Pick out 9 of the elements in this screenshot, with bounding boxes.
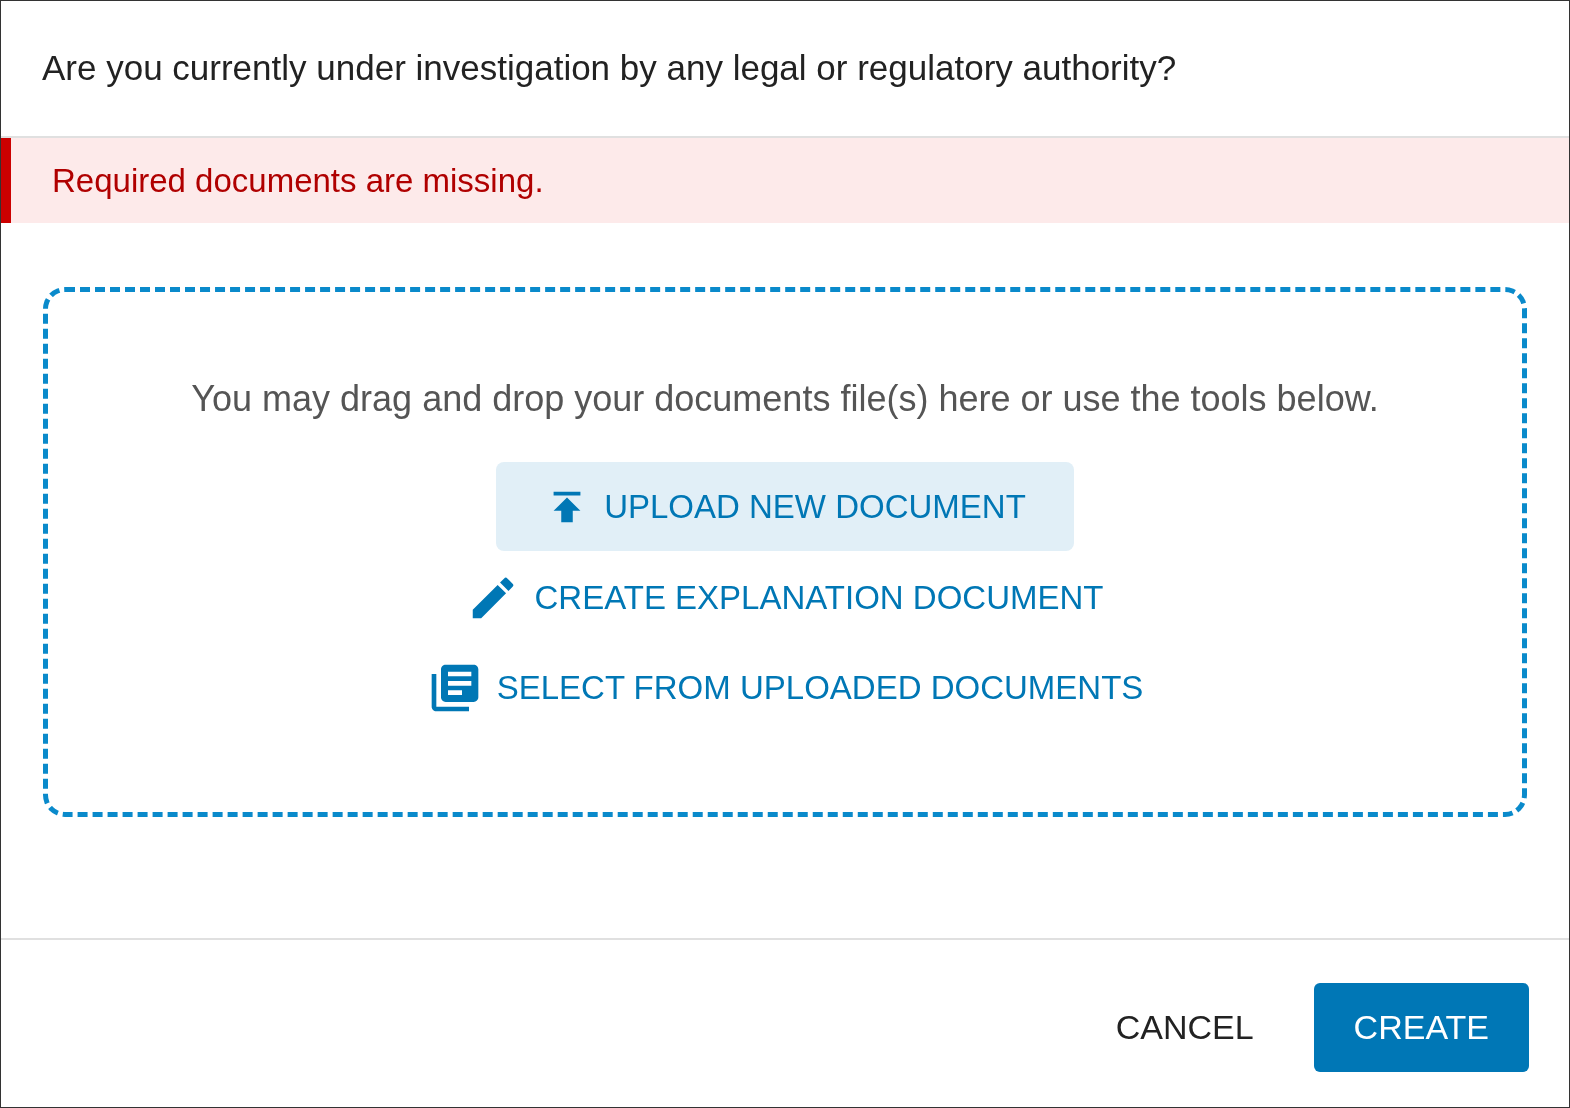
- action-link[interactable]: CREATE EXPLANATION DOCUMENT: [458, 553, 1112, 643]
- cancel-button[interactable]: CANCEL: [1095, 983, 1274, 1072]
- drop-zone[interactable]: You may drag and drop your documents file(s) here or use the tools below. UPLOAD NEW DOCUMENT CREATE EXPLANATION DOCUMENT SELECT FROM UPLOADED DOCUMENTS: [43, 287, 1527, 817]
- dialog-title: Are you currently under investigation by any legal or regulatory authority?: [42, 47, 1177, 90]
- create-button[interactable]: CREATE: [1313, 983, 1529, 1072]
- error-message: Required documents are missing.: [52, 160, 544, 201]
- drop-hint: You may drag and drop your documents file(s) here or use the tools below.: [191, 377, 1379, 421]
- upload-button[interactable]: UPLOAD NEW DOCUMENT: [496, 462, 1074, 551]
- action-link[interactable]: SELECT FROM UPLOADED DOCUMENTS: [418, 643, 1152, 733]
